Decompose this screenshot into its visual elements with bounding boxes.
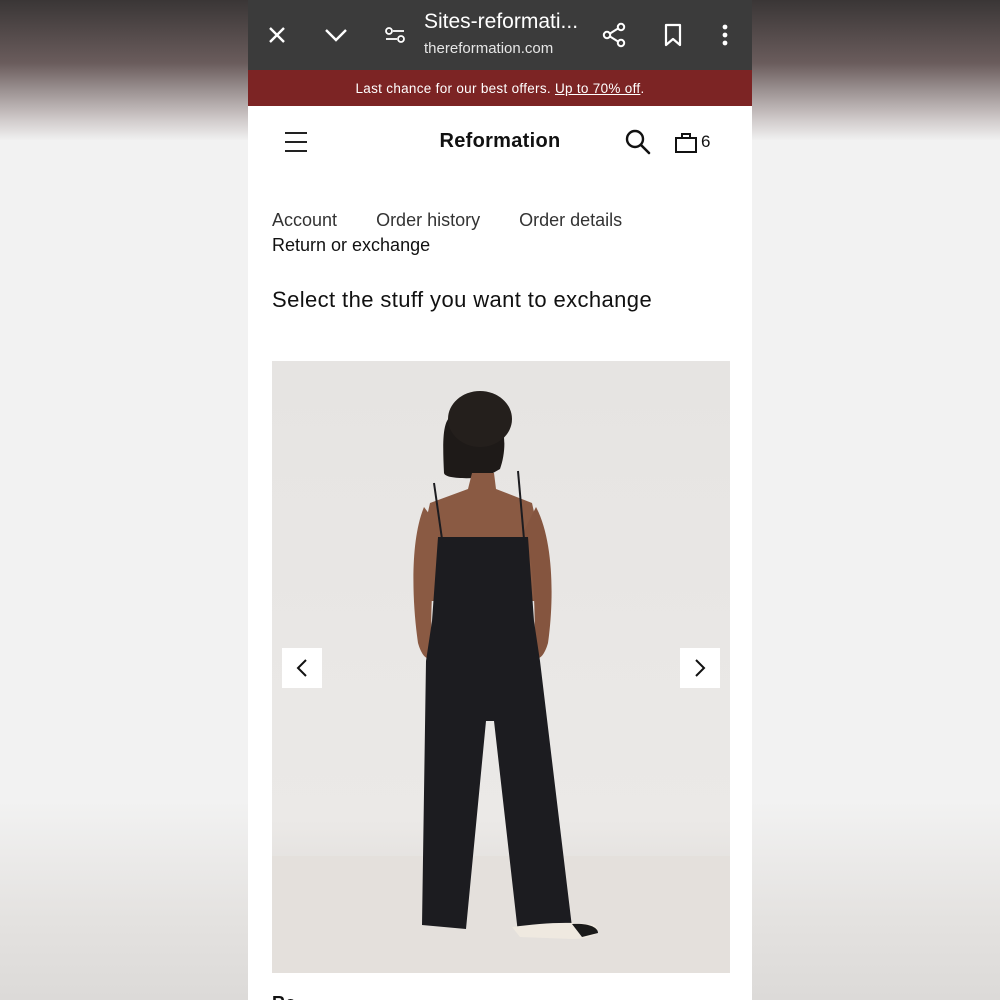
product-photo	[272, 391, 730, 973]
carousel-next-button[interactable]	[680, 648, 720, 688]
bag-button[interactable]: 6	[674, 128, 710, 156]
chevron-right-icon	[695, 659, 706, 677]
promo-text: Last chance for our best offers.	[355, 80, 551, 96]
promo-link[interactable]: Up to 70% off	[555, 81, 640, 96]
bookmark-button[interactable]	[655, 17, 691, 53]
search-icon	[625, 129, 651, 155]
bag-count: 6	[701, 132, 711, 151]
tune-icon	[385, 27, 405, 43]
breadcrumb-order-details[interactable]: Order details	[519, 210, 622, 230]
phone-screen: Sites-reformati... thereformation.com La…	[248, 0, 752, 1000]
product-name: Ro...	[272, 988, 311, 1000]
page-title: Select the stuff you want to exchange	[272, 287, 653, 312]
collapse-button[interactable]	[318, 17, 354, 53]
promo-suffix: .	[640, 80, 645, 96]
share-icon	[602, 22, 626, 48]
page-domain[interactable]: thereformation.com	[424, 40, 553, 57]
page-url-title[interactable]: Sites-reformati...	[424, 10, 578, 34]
carousel-prev-button[interactable]	[282, 648, 322, 688]
breadcrumb-current: Return or exchange	[272, 235, 431, 255]
share-button[interactable]	[596, 17, 632, 53]
site-header: Reformation 6	[248, 106, 752, 178]
shopping-bag-icon	[675, 133, 697, 153]
chevron-down-icon	[325, 29, 347, 42]
chevron-left-icon	[296, 659, 307, 677]
product-image-carousel[interactable]	[272, 361, 730, 973]
breadcrumb-account[interactable]: Account	[272, 210, 337, 230]
close-tab-button[interactable]	[259, 17, 295, 53]
bookmark-icon	[664, 23, 682, 47]
browser-toolbar: Sites-reformati... thereformation.com	[248, 0, 752, 70]
close-icon	[269, 27, 285, 43]
search-button[interactable]	[624, 128, 652, 156]
site-settings-button[interactable]	[377, 17, 413, 53]
breadcrumb-order-history[interactable]: Order history	[376, 210, 480, 230]
more-options-button[interactable]	[707, 17, 743, 53]
breadcrumb: Account Order history Order details Retu…	[272, 208, 732, 258]
more-vert-icon	[722, 24, 728, 46]
promo-banner: Last chance for our best offers. Up to 7…	[248, 70, 752, 106]
